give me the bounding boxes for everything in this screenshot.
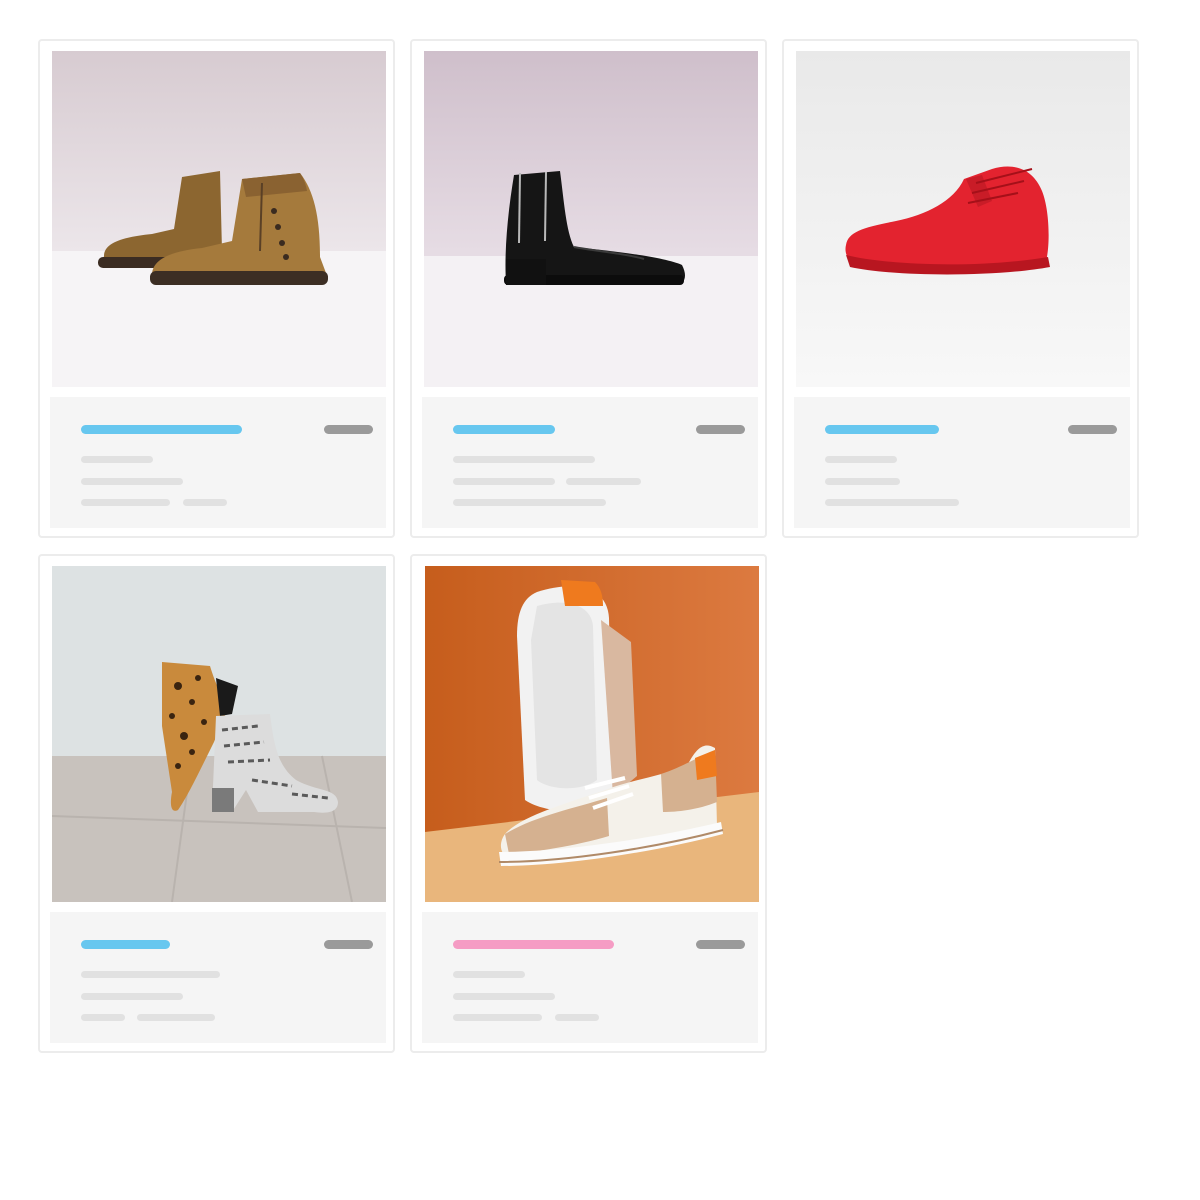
- product-price-placeholder: [324, 425, 373, 434]
- description-line: [81, 971, 220, 978]
- black-boot-photo: [424, 51, 758, 387]
- description-line: [453, 499, 606, 506]
- description-line: [453, 993, 555, 1000]
- product-card[interactable]: [782, 39, 1139, 538]
- description-line: [81, 499, 170, 506]
- product-info: [794, 397, 1130, 528]
- product-info: [422, 912, 758, 1043]
- product-price-placeholder: [1068, 425, 1117, 434]
- description-line: [453, 456, 595, 463]
- description-line: [81, 478, 183, 485]
- product-title-placeholder: [825, 425, 939, 434]
- product-info: [50, 912, 386, 1043]
- description-line: [453, 971, 525, 978]
- description-line: [183, 499, 227, 506]
- product-price-placeholder: [696, 940, 745, 949]
- description-line: [453, 478, 555, 485]
- product-card[interactable]: [410, 554, 767, 1053]
- description-line: [137, 1014, 215, 1021]
- description-line: [81, 1014, 125, 1021]
- description-line: [81, 456, 153, 463]
- description-line: [825, 499, 959, 506]
- description-line: [825, 478, 900, 485]
- product-card[interactable]: [38, 39, 395, 538]
- patterned-boots-photo: [52, 566, 386, 902]
- product-price-placeholder: [324, 940, 373, 949]
- description-line: [555, 1014, 599, 1021]
- product-card[interactable]: [410, 39, 767, 538]
- product-info: [50, 397, 386, 528]
- product-title-placeholder: [81, 940, 170, 949]
- description-line: [825, 456, 897, 463]
- red-sneaker-photo: [796, 51, 1130, 387]
- product-title-placeholder: [453, 940, 614, 949]
- product-image[interactable]: [424, 51, 758, 387]
- product-card[interactable]: [38, 554, 395, 1053]
- description-line: [453, 1014, 542, 1021]
- product-image[interactable]: [52, 51, 386, 387]
- product-image[interactable]: [796, 51, 1130, 387]
- product-title-placeholder: [453, 425, 555, 434]
- product-info: [422, 397, 758, 528]
- product-title-placeholder: [81, 425, 242, 434]
- brown-boots-photo: [52, 51, 386, 387]
- product-image[interactable]: [425, 566, 759, 902]
- product-image[interactable]: [52, 566, 386, 902]
- description-line: [566, 478, 641, 485]
- product-price-placeholder: [696, 425, 745, 434]
- white-tan-sneakers-photo: [425, 566, 759, 902]
- description-line: [81, 993, 183, 1000]
